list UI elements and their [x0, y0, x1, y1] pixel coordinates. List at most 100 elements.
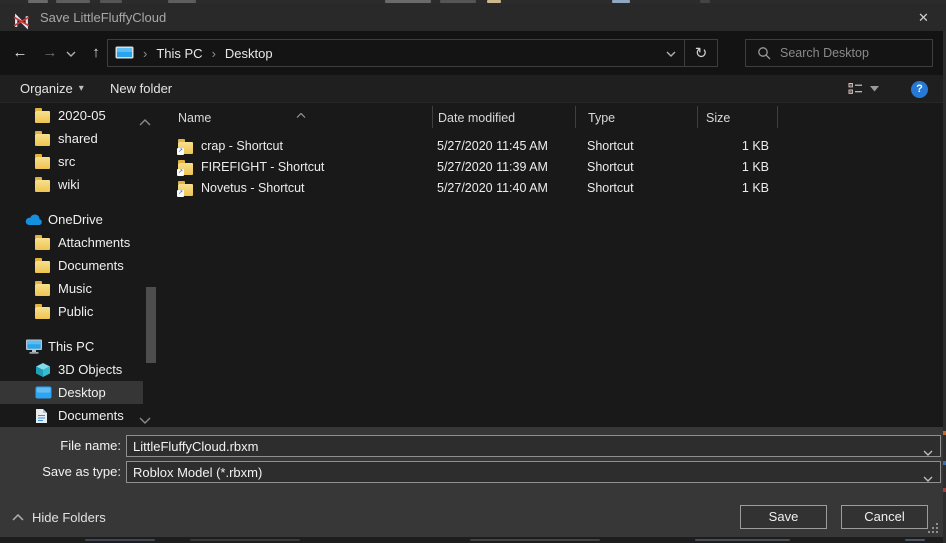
file-type: Shortcut — [587, 178, 634, 199]
sidebar-scrollbar[interactable] — [146, 287, 156, 363]
shortcut-folder-icon — [178, 160, 194, 176]
hide-folders-label: Hide Folders — [32, 510, 106, 525]
chevron-down-icon: ▾ — [79, 75, 84, 103]
sidebar-item-label: Music — [58, 281, 92, 296]
sidebar-item-label: wiki — [58, 177, 80, 192]
file-name-label: File name: — [0, 435, 121, 457]
main-area: 2020-05shared src wiki OneDrive Attachments D… — [0, 103, 946, 427]
sidebar-item-music[interactable]: Music — [0, 277, 143, 300]
chevron-down-icon[interactable] — [923, 469, 933, 487]
resize-grip[interactable] — [928, 523, 930, 525]
organize-label: Organize — [20, 75, 73, 103]
column-header-blank — [777, 106, 778, 128]
breadcrumb-sep-icon: › — [143, 46, 147, 61]
folder-icon — [35, 108, 53, 124]
sidebar-scroll-up-icon[interactable] — [139, 113, 155, 125]
sidebar-item-documents[interactable]: Documents — [0, 254, 143, 277]
sidebar-item-this-pc[interactable]: This PC — [0, 335, 143, 358]
sidebar-item-label: src — [58, 154, 75, 169]
sidebar-item-2020-05[interactable]: 2020-05 — [0, 104, 143, 127]
file-name: Novetus - Shortcut — [201, 178, 305, 199]
breadcrumb: › This PC › Desktop — [108, 46, 658, 61]
recent-locations-chevron-icon[interactable] — [62, 40, 80, 66]
address-dropdown-chevron-icon[interactable] — [658, 44, 684, 62]
table-row[interactable]: FIREFIGHT - Shortcut 5/27/2020 11:39 AM Sh… — [160, 157, 946, 178]
address-bar[interactable]: › This PC › Desktop ↻ — [107, 39, 718, 67]
sidebar-item-label: Public — [58, 304, 93, 319]
file-name: crap - Shortcut — [201, 136, 283, 157]
sidebar-item-onedrive[interactable]: OneDrive — [0, 208, 143, 231]
command-toolbar: Organize ▾ New folder ? — [0, 75, 946, 103]
sidebar-item-wiki[interactable]: wiki — [0, 173, 143, 196]
save-as-type-label: Save as type: — [0, 461, 121, 483]
file-size: 1 KB — [697, 136, 769, 157]
back-button[interactable]: ← — [8, 40, 32, 66]
sidebar-item-label: Documents — [58, 258, 124, 273]
monitor-icon — [35, 385, 53, 401]
file-name-combobox[interactable] — [126, 435, 941, 457]
save-button[interactable]: Save — [740, 505, 827, 529]
organize-button[interactable]: Organize ▾ — [12, 75, 92, 103]
save-as-type-input[interactable] — [127, 465, 912, 480]
file-type: Shortcut — [587, 157, 634, 178]
sidebar-item-public[interactable]: Public — [0, 300, 143, 323]
sidebar-item-label: Documents — [58, 408, 124, 423]
folder-icon — [35, 258, 53, 274]
sidebar-item-desktop[interactable]: Desktop — [0, 381, 143, 404]
save-as-type-combobox[interactable] — [126, 461, 941, 483]
computer-icon — [25, 339, 43, 355]
sidebar-item-src[interactable]: src — [0, 150, 143, 173]
new-folder-label: New folder — [110, 75, 172, 103]
file-date-modified: 5/27/2020 11:40 AM — [437, 178, 548, 199]
column-header-size[interactable]: Size — [697, 106, 730, 128]
file-name-input[interactable] — [127, 439, 912, 454]
sidebar-item-shared[interactable]: shared — [0, 127, 143, 150]
new-folder-button[interactable]: New folder — [102, 75, 180, 103]
cancel-button[interactable]: Cancel — [841, 505, 928, 529]
folder-icon — [35, 304, 53, 320]
document-icon — [35, 408, 53, 424]
up-button[interactable]: ↑ — [84, 40, 108, 66]
folder-icon — [35, 281, 53, 297]
navigation-bar: ← → ↑ › This PC › Desktop — [0, 31, 946, 75]
sidebar-item-3d-objects[interactable]: 3D Objects — [0, 358, 143, 381]
file-date-modified: 5/27/2020 11:39 AM — [437, 157, 548, 178]
close-icon[interactable]: ✕ — [901, 4, 946, 31]
forward-button[interactable]: → — [38, 40, 62, 66]
column-header-date-modified[interactable]: Date modified — [432, 106, 515, 128]
file-name: FIREFIGHT - Shortcut — [201, 157, 324, 178]
breadcrumb-this-pc[interactable]: This PC — [156, 46, 202, 61]
table-row[interactable]: Novetus - Shortcut 5/27/2020 11:40 AM Shor… — [160, 178, 946, 199]
hide-folders-button[interactable]: Hide Folders — [12, 505, 106, 529]
sort-ascending-icon — [296, 105, 306, 123]
file-size: 1 KB — [697, 157, 769, 178]
table-row[interactable]: crap - Shortcut5/27/2020 11:45 AMShortcu… — [160, 136, 946, 157]
chevron-down-icon — [870, 86, 879, 92]
breadcrumb-sep-icon: › — [212, 46, 216, 61]
breadcrumb-desktop[interactable]: Desktop — [225, 46, 273, 61]
sidebar-scroll-down-icon[interactable] — [139, 411, 155, 423]
search-input[interactable] — [780, 46, 920, 60]
help-icon[interactable]: ? — [911, 81, 928, 98]
view-mode-button[interactable] — [840, 75, 887, 103]
novetus-app-icon — [13, 13, 30, 30]
search-box[interactable] — [745, 39, 933, 67]
folder-icon — [35, 131, 53, 147]
background-window-sliver-bottom — [0, 537, 946, 543]
column-header-type[interactable]: Type — [575, 106, 615, 128]
sidebar-item-label: OneDrive — [48, 212, 103, 227]
sidebar-item-label: Attachments — [58, 235, 130, 250]
column-header-name[interactable]: Name — [178, 106, 211, 128]
list-view-icon — [848, 82, 864, 96]
shortcut-folder-icon — [178, 181, 194, 197]
sidebar-item-label: 3D Objects — [58, 362, 122, 377]
folder-icon — [35, 177, 53, 193]
column-header-row: Name Date modified Type Size — [160, 105, 946, 129]
sidebar-item-attachments[interactable]: Attachments — [0, 231, 143, 254]
search-icon — [757, 46, 771, 60]
chevron-down-icon[interactable] — [923, 443, 933, 461]
sidebar-item-documents[interactable]: Documents — [0, 404, 143, 427]
refresh-icon[interactable]: ↻ — [685, 44, 717, 62]
shortcut-folder-icon — [178, 139, 194, 155]
folder-icon — [35, 235, 53, 251]
